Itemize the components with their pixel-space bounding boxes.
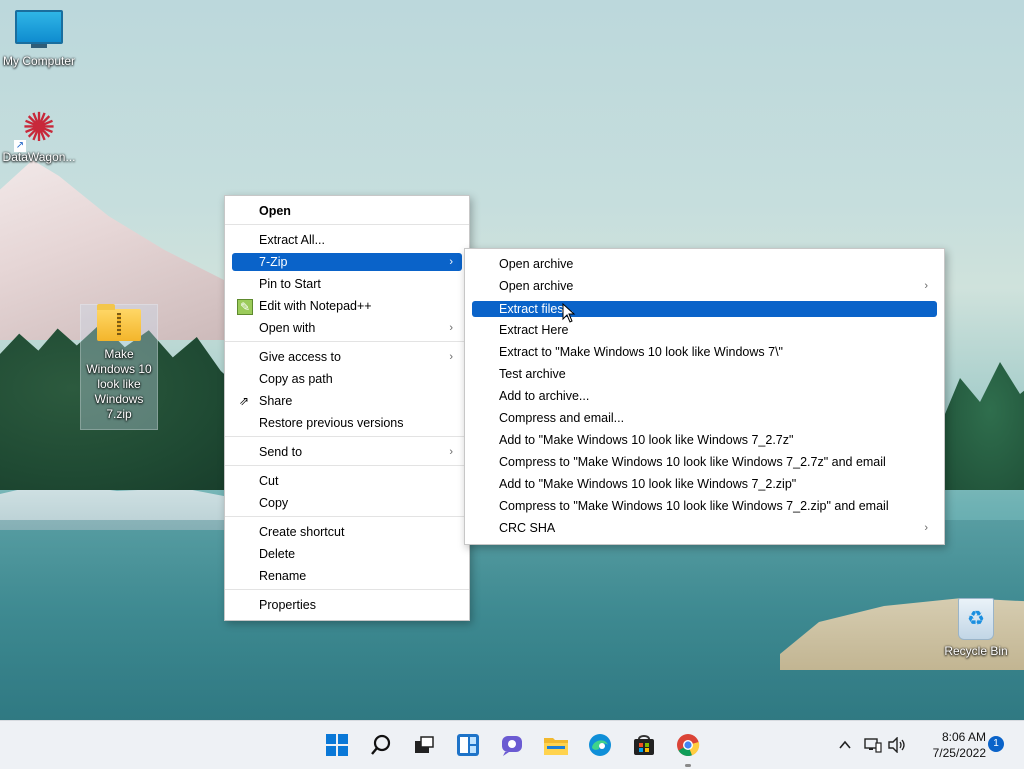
mouse-cursor-icon [562, 303, 576, 323]
context-menu: Open Extract All... 7-Zip › Pin to Start… [224, 195, 470, 621]
submenu-item-add-to-7z[interactable]: Add to "Make Windows 10 look like Window… [472, 431, 937, 449]
computer-icon [15, 10, 63, 48]
menu-item-label: CRC SHA [499, 521, 556, 535]
menu-item-edit-notepadpp[interactable]: ✎ Edit with Notepad++ [232, 297, 462, 315]
menu-item-label: Send to [259, 445, 303, 459]
menu-item-share[interactable]: ⇗ Share [232, 392, 462, 410]
menu-item-open-with[interactable]: Open with › [232, 319, 462, 337]
desktop-icon-label: Make Windows 10 look like Windows 7.zip [86, 347, 152, 421]
chevron-right-icon: › [449, 446, 453, 458]
menu-item-pin-to-start[interactable]: Pin to Start [232, 275, 462, 293]
submenu-item-crc-sha[interactable]: CRC SHA › [472, 519, 937, 537]
menu-item-extract-all[interactable]: Extract All... [232, 231, 462, 249]
file-explorer-button[interactable] [540, 729, 572, 761]
task-view-icon [415, 736, 434, 753]
show-hidden-icons-button[interactable] [834, 729, 856, 761]
network-button[interactable] [862, 729, 884, 761]
chevron-right-icon: › [449, 322, 453, 334]
share-icon: ⇗ [238, 394, 250, 408]
menu-item-7zip[interactable]: 7-Zip › [232, 253, 462, 271]
submenu-item-test-archive[interactable]: Test archive [472, 365, 937, 383]
chevron-right-icon: › [924, 522, 928, 534]
menu-item-rename[interactable]: Rename [232, 567, 462, 585]
volume-icon [888, 737, 905, 753]
task-view-button[interactable] [408, 729, 440, 761]
menu-separator [225, 589, 469, 590]
chevron-right-icon: › [449, 351, 453, 363]
chevron-right-icon: › [924, 280, 928, 292]
menu-item-label: Share [259, 394, 293, 408]
chrome-button[interactable] [672, 729, 704, 767]
menu-item-cut[interactable]: Cut [232, 472, 462, 490]
file-explorer-icon [544, 738, 568, 755]
store-button[interactable] [628, 729, 660, 761]
chat-button[interactable] [496, 729, 528, 761]
submenu-item-open-archive-more[interactable]: Open archive › [472, 277, 937, 295]
menu-separator [225, 516, 469, 517]
edge-icon [589, 734, 611, 756]
datawagon-icon: ✺ [22, 106, 56, 150]
desktop-icon-label: Recycle Bin [944, 644, 1008, 658]
menu-separator [225, 465, 469, 466]
start-button[interactable] [321, 729, 353, 761]
taskbar-clock[interactable]: 8:06 AM 7/25/2022 [914, 729, 986, 761]
chevron-up-icon [839, 740, 851, 749]
search-button[interactable] [365, 729, 397, 761]
chrome-icon [677, 734, 700, 757]
zip-folder-icon [97, 304, 141, 341]
recycle-bin-icon: ♻ [958, 598, 994, 640]
menu-item-copy[interactable]: Copy [232, 494, 462, 512]
submenu-item-extract-to[interactable]: Extract to "Make Windows 10 look like Wi… [472, 343, 937, 361]
menu-item-label: Give access to [259, 350, 341, 364]
submenu-item-add-to-archive[interactable]: Add to archive... [472, 387, 937, 405]
menu-item-label: Open with [259, 321, 316, 335]
widgets-button[interactable] [452, 729, 484, 761]
start-icon [326, 734, 348, 756]
clock-date: 7/25/2022 [932, 746, 986, 760]
menu-separator [225, 436, 469, 437]
menu-item-open[interactable]: Open [232, 202, 462, 220]
menu-item-restore-versions[interactable]: Restore previous versions [232, 414, 462, 432]
edge-button[interactable] [584, 729, 616, 761]
store-icon [634, 735, 654, 755]
menu-separator [225, 341, 469, 342]
menu-item-send-to[interactable]: Send to › [232, 443, 462, 461]
menu-item-properties[interactable]: Properties [232, 596, 462, 614]
submenu-item-compress-zip-email[interactable]: Compress to "Make Windows 10 look like W… [472, 497, 937, 515]
taskbar: 8:06 AM 7/25/2022 [0, 720, 1024, 769]
wallpaper-forest-right [940, 362, 1024, 490]
menu-item-label: Open archive [499, 279, 574, 293]
menu-item-copy-as-path[interactable]: Copy as path [232, 370, 462, 388]
menu-separator [225, 224, 469, 225]
running-indicator [685, 764, 691, 767]
clock-time: 8:06 AM [941, 730, 986, 744]
widgets-icon [457, 734, 479, 756]
notification-badge[interactable]: 1 [988, 736, 1004, 752]
menu-item-create-shortcut[interactable]: Create shortcut [232, 523, 462, 541]
menu-item-delete[interactable]: Delete [232, 545, 462, 563]
desktop-icon-datawagon[interactable]: ✺ ↗ DataWagon... [0, 106, 78, 165]
menu-item-label: 7-Zip [259, 255, 288, 269]
desktop-icon-my-computer[interactable]: My Computer [0, 10, 78, 69]
submenu-item-open-archive[interactable]: Open archive [472, 255, 937, 273]
volume-button[interactable] [886, 729, 908, 761]
network-icon [864, 738, 882, 753]
shortcut-arrow-icon: ↗ [14, 140, 26, 152]
notepadpp-icon: ✎ [237, 299, 253, 315]
desktop-icon-recycle-bin[interactable]: ♻ Recycle Bin [944, 598, 1008, 659]
submenu-item-compress-email[interactable]: Compress and email... [472, 409, 937, 427]
chevron-right-icon: › [449, 256, 453, 268]
menu-item-label: Edit with Notepad++ [259, 299, 372, 313]
submenu-item-extract-files[interactable]: Extract files... [472, 301, 937, 317]
submenu-item-compress-7z-email[interactable]: Compress to "Make Windows 10 look like W… [472, 453, 937, 471]
desktop-icon-zip-file[interactable]: Make Windows 10 look like Windows 7.zip [80, 304, 158, 430]
chat-icon [502, 736, 522, 756]
search-icon [371, 734, 391, 755]
desktop-icon-label: My Computer [2, 54, 76, 68]
submenu-item-extract-here[interactable]: Extract Here [472, 321, 937, 339]
submenu-item-add-to-zip[interactable]: Add to "Make Windows 10 look like Window… [472, 475, 937, 493]
menu-item-give-access[interactable]: Give access to › [232, 348, 462, 366]
submenu-7zip: Open archive Open archive › Extract file… [464, 248, 945, 545]
desktop-icon-label: DataWagon... [2, 150, 76, 164]
